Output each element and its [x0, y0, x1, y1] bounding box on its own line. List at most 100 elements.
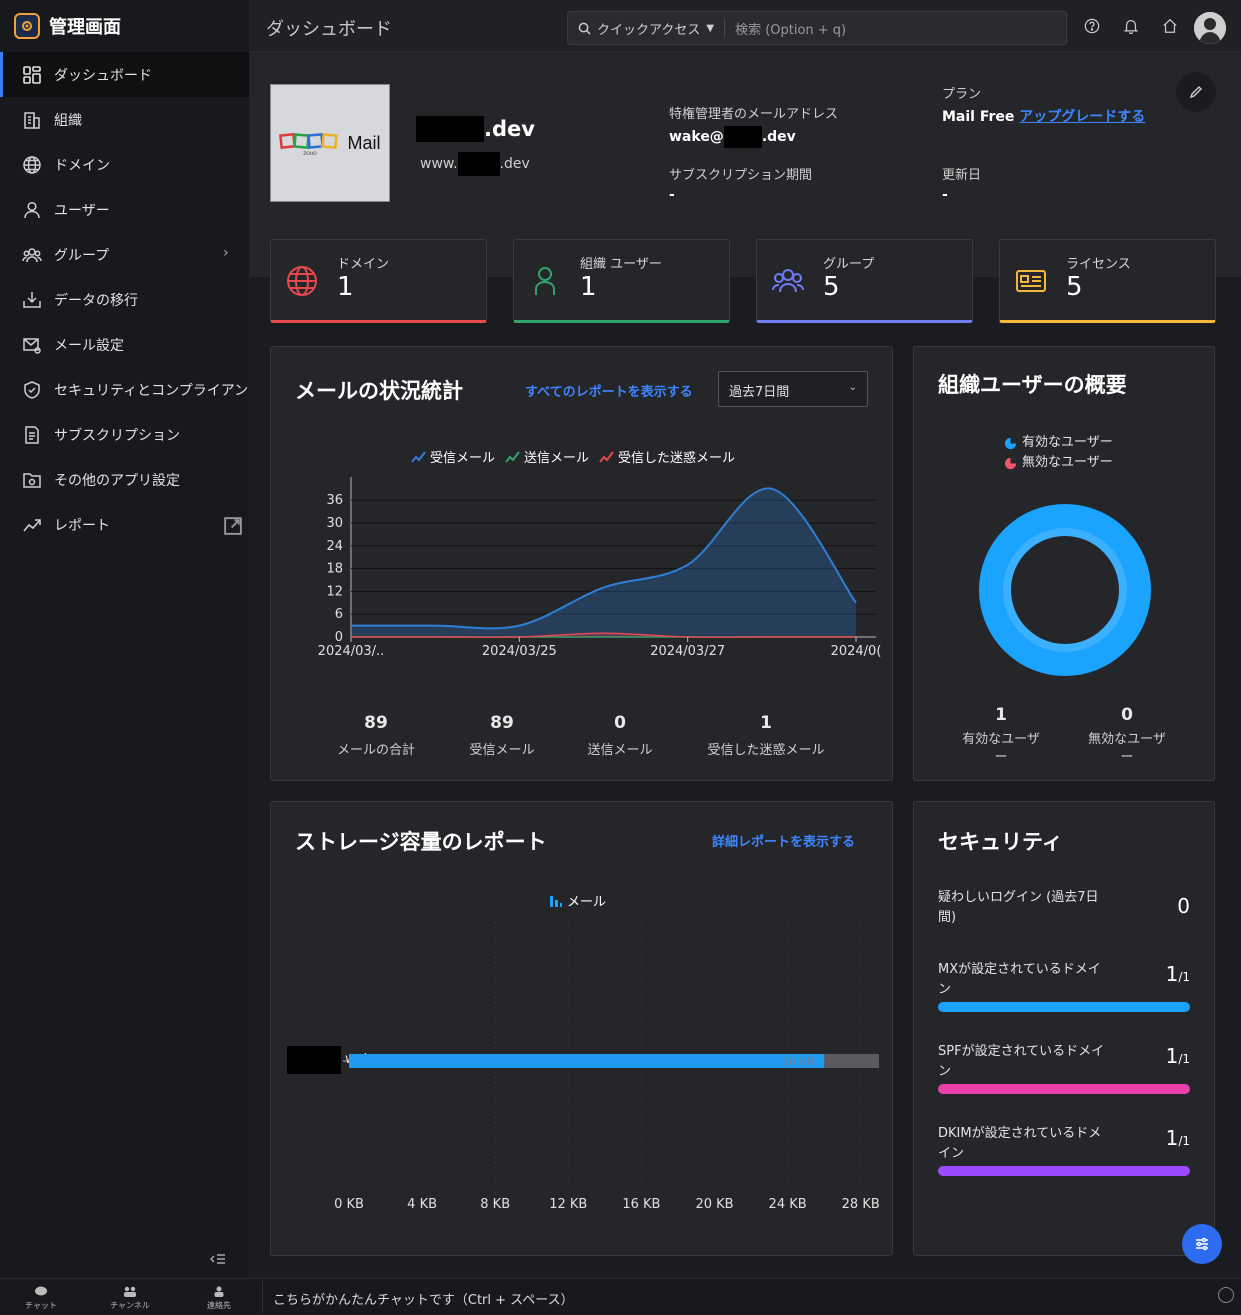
stat-card-licenses[interactable]: ライセンス 5: [999, 239, 1216, 323]
contacts-tab-label: 連絡先: [207, 1301, 231, 1310]
zoho-logo-text: ZOHO: [304, 151, 318, 157]
mx-row[interactable]: MXが設定されているドメイン 1/1: [938, 960, 1190, 1012]
dkim-row[interactable]: DKIMが設定されているドメイン 1/1: [938, 1124, 1190, 1176]
redacted-box: [416, 116, 484, 142]
summary-value: 89: [490, 713, 514, 733]
sidebar-item-domain[interactable]: ドメイン: [0, 142, 249, 187]
users-overview-panel: 組織ユーザーの概要 有効なユーザー 無効なユーザー 1 有効なユーザー 0 無効…: [913, 346, 1215, 781]
chat-tab[interactable]: チャット: [16, 1286, 66, 1311]
security-title: セキュリティ: [938, 830, 1063, 854]
home-icon[interactable]: [1162, 18, 1180, 36]
customize-dashboard-button[interactable]: [1182, 1224, 1222, 1264]
upgrade-link[interactable]: アップグレードする: [1019, 109, 1145, 125]
x-tick-label: 2024/03/25: [482, 644, 557, 659]
mail-stats-panel: メールの状況統計 すべてのレポートを表示する 過去7日間 ⌄ 受信メール 送信メ…: [270, 346, 893, 781]
edit-org-button[interactable]: [1176, 72, 1216, 112]
bell-icon[interactable]: [1123, 18, 1141, 36]
admin-email-value: wake@ .dev: [669, 126, 838, 148]
sidebar-item-label: データの移行: [54, 292, 138, 309]
channel-tab[interactable]: チャンネル: [105, 1286, 155, 1311]
user-icon: [24, 201, 40, 218]
org-url: www. .dev: [420, 152, 530, 176]
sidebar-item-reports[interactable]: レポート: [0, 502, 249, 547]
admin-email-label: 特権管理者のメールアドレス: [669, 107, 839, 122]
security-count: 1: [1165, 1044, 1179, 1068]
view-detailed-report-link[interactable]: 詳細レポートを表示する: [712, 831, 855, 850]
bar-chart-icon: [550, 895, 562, 907]
bar: [349, 1054, 825, 1068]
chat-input[interactable]: こちらがかんたんチャットです（Ctrl + スペース）: [262, 1281, 1212, 1313]
app-title: 管理画面: [49, 17, 121, 38]
plan-name: Mail Free: [942, 109, 1015, 125]
period-select[interactable]: 過去7日間 ⌄: [718, 371, 868, 407]
suspicious-login-row[interactable]: 疑わしいログイン (過去7日間) 0: [938, 888, 1190, 928]
x-tick-label: 2024/03/27: [650, 644, 725, 659]
subscription-icon: [25, 425, 39, 444]
chat-bubble-icon: [35, 1286, 47, 1296]
y-tick-label: 36: [326, 493, 343, 508]
summary-value: 1: [760, 713, 772, 733]
legend-inactive[interactable]: 無効なユーザー: [1004, 453, 1113, 473]
sidebar-item-security[interactable]: セキュリティとコンプライアンス: [0, 367, 249, 412]
sidebar-item-label: グループ: [54, 247, 110, 264]
y-tick-label: 12: [326, 584, 343, 599]
sidebar-item-migration[interactable]: データの移行: [0, 277, 249, 322]
users-donut-chart: [979, 504, 1151, 676]
x-tick-label: 0 KB: [334, 1197, 364, 1212]
legend-outgoing[interactable]: 送信メール: [505, 447, 589, 466]
sidebar-item-groups[interactable]: グループ ›: [0, 232, 249, 277]
active-users-summary: 1 有効なユーザー: [956, 705, 1046, 767]
spf-row[interactable]: SPFが設定されているドメイン 1/1: [938, 1042, 1190, 1094]
sidebar-item-label: セキュリティとコンプライアンス: [54, 382, 249, 399]
x-tick-label: 2024/03/..: [318, 644, 385, 659]
legend-label: メール: [567, 895, 607, 910]
legend-active[interactable]: 有効なユーザー: [1004, 433, 1113, 453]
spf-progress-bar: [938, 1084, 1190, 1094]
contacts-tab[interactable]: 連絡先: [194, 1286, 244, 1311]
sidebar-item-other-apps[interactable]: その他のアプリ設定: [0, 457, 249, 502]
legend-spam[interactable]: 受信した迷惑メール: [599, 447, 735, 466]
inactive-users-summary: 0 無効なユーザー: [1082, 705, 1172, 767]
external-link-icon: [223, 516, 242, 535]
security-row-label: MXが設定されているドメイン: [938, 962, 1101, 997]
stat-card-users[interactable]: 組織 ユーザー 1: [513, 239, 730, 323]
search-bar[interactable]: クイックアクセス ▼ 検索 (Option + q): [567, 11, 1067, 45]
stat-label: ライセンス: [1066, 257, 1131, 272]
search-input[interactable]: 検索 (Option + q): [725, 19, 846, 38]
sidebar-item-label: その他のアプリ設定: [54, 472, 180, 489]
bar-value-label: 26 KB: [782, 1055, 814, 1068]
user-avatar[interactable]: [1194, 12, 1226, 44]
chevron-down-icon: ⌄: [848, 382, 857, 393]
org-name: .dev: [416, 116, 535, 142]
legend-incoming[interactable]: 受信メール: [411, 447, 495, 466]
org-url-prefix: www.: [420, 156, 458, 172]
logo-wordmark: Mail: [347, 132, 381, 153]
stat-card-domains[interactable]: ドメイン 1: [270, 239, 487, 323]
help-icon[interactable]: [1084, 18, 1102, 36]
summary-incoming: 89 受信メール: [452, 713, 552, 758]
summary-spam: 1 受信した迷惑メール: [696, 713, 836, 758]
summary-total: 89 メールの合計: [326, 713, 426, 758]
dashboard-icon: [23, 65, 41, 84]
sidebar-item-organization[interactable]: 組織: [0, 97, 249, 142]
status-icon[interactable]: [1218, 1287, 1234, 1303]
sidebar-item-users[interactable]: ユーザー: [0, 187, 249, 232]
sidebar-item-mail-settings[interactable]: メール設定: [0, 322, 249, 367]
pie-icon: [1004, 437, 1017, 449]
summary-value: 0: [614, 713, 626, 733]
sidebar-nav: ダッシュボード 組織 ドメイン ユーザー グループ › データの移行 メール設定: [0, 52, 249, 547]
app-brand[interactable]: 管理画面: [14, 13, 121, 39]
quick-access-dropdown[interactable]: クイックアクセス ▼: [568, 19, 726, 38]
view-all-reports-link[interactable]: すべてのレポートを表示する: [525, 381, 693, 400]
collapse-sidebar-icon[interactable]: [208, 1252, 226, 1268]
security-row-label: DKIMが設定されているドメイン: [938, 1126, 1102, 1161]
stat-card-groups[interactable]: グループ 5: [756, 239, 973, 323]
storage-legend[interactable]: メール: [549, 891, 606, 910]
plan-value: Mail Free アップグレードする: [942, 106, 1152, 126]
group-icon: [22, 247, 42, 262]
stat-value: 1: [337, 272, 354, 302]
line-chart-icon: [505, 450, 520, 463]
mail-area-chart: 0 6 12 18 24 30 36 2024/03/.. 2024/03/25 2024/03/…: [318, 477, 881, 659]
sidebar-item-dashboard[interactable]: ダッシュボード: [0, 52, 249, 97]
sidebar-item-subscription[interactable]: サブスクリプション: [0, 412, 249, 457]
